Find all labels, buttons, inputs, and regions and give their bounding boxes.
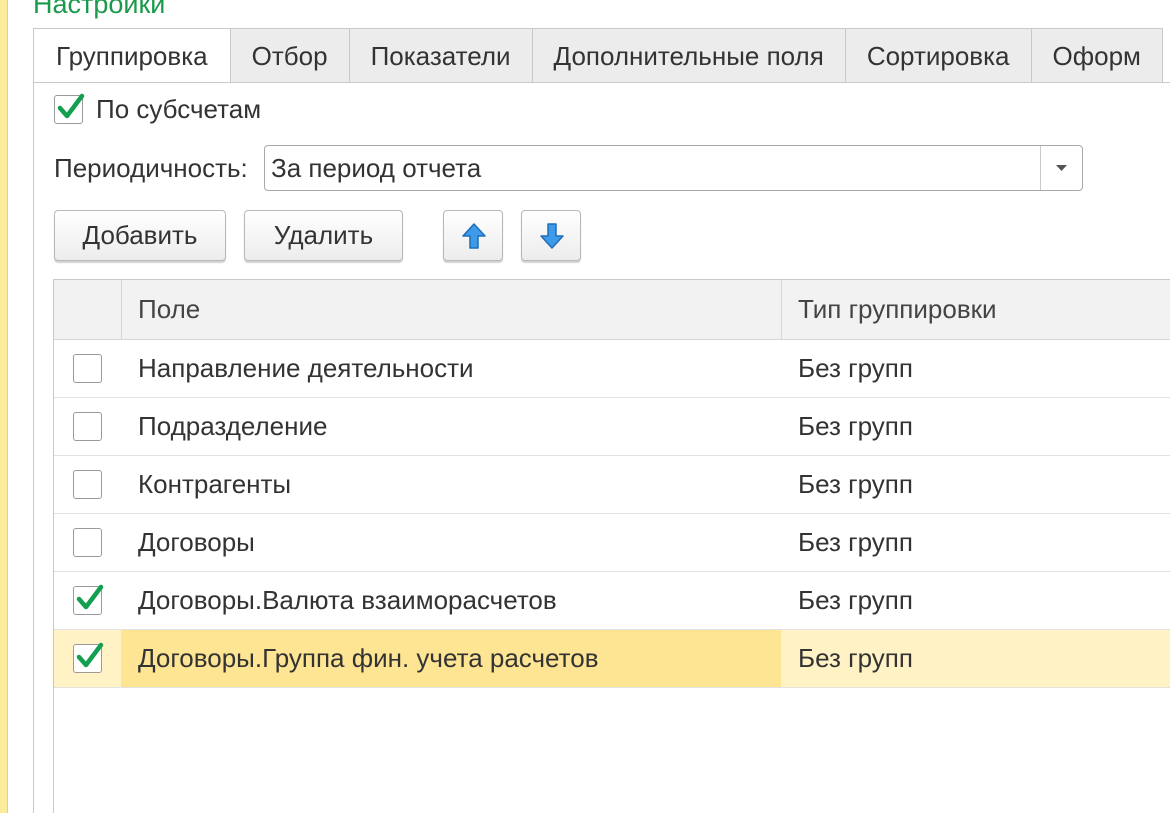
row-grouping-type[interactable]: Без групп [798, 456, 913, 513]
settings-window: Настройки Группировка Отбор Показатели Д… [0, 0, 1170, 813]
row-field: Договоры.Группа фин. учета расчетов [138, 643, 599, 673]
column-header-field[interactable]: Поле [138, 280, 200, 339]
table-row[interactable]: Договоры Без групп [54, 514, 1170, 572]
row-checkbox[interactable] [73, 528, 102, 557]
arrow-up-icon [462, 223, 486, 249]
row-checkbox[interactable] [73, 642, 104, 673]
periodicity-value: За период отчета [271, 153, 482, 183]
by-subaccounts-checkbox[interactable] [54, 93, 85, 124]
row-grouping-type[interactable]: Без групп [798, 630, 913, 687]
checkmark-icon [57, 93, 85, 118]
tab-additional-fields[interactable]: Дополнительные поля [532, 28, 846, 83]
checkmark-icon [76, 584, 104, 610]
row-grouping-type[interactable]: Без групп [798, 572, 913, 629]
add-button[interactable]: Добавить [54, 210, 226, 261]
move-up-button[interactable] [443, 210, 503, 261]
row-grouping-type[interactable]: Без групп [798, 514, 913, 571]
tab-grouping[interactable]: Группировка [33, 28, 231, 83]
tab-sorting[interactable]: Сортировка [845, 28, 1032, 83]
chevron-down-icon [1056, 165, 1067, 171]
row-grouping-type[interactable]: Без групп [798, 340, 913, 397]
row-checkbox[interactable] [73, 584, 104, 615]
page-title: Настройки [33, 0, 166, 19]
by-subaccounts-label: По субсчетам [96, 93, 262, 124]
left-edge-strip [0, 0, 8, 813]
column-separator [121, 280, 122, 339]
table-row[interactable]: Контрагенты Без групп [54, 456, 1170, 514]
periodicity-dropdown-button[interactable] [1040, 146, 1082, 190]
tab-appearance[interactable]: Оформ [1031, 28, 1163, 83]
periodicity-select[interactable]: За период отчета [264, 145, 1083, 191]
row-field: Договоры.Валюта взаиморасчетов [138, 585, 557, 615]
column-separator [781, 280, 782, 339]
table-row-selected[interactable]: Договоры.Группа фин. учета расчетов Без … [54, 630, 1170, 688]
tab-filter[interactable]: Отбор [230, 28, 350, 83]
grouping-table[interactable]: Поле Тип группировки Направление деятель… [53, 279, 1170, 813]
by-subaccounts-option[interactable]: По субсчетам [54, 93, 261, 125]
checkmark-icon [76, 642, 104, 668]
tab-bar: Группировка Отбор Показатели Дополнитель… [33, 28, 1163, 83]
row-checkbox[interactable] [73, 354, 102, 383]
periodicity-label: Периодичность: [54, 153, 248, 183]
row-checkbox[interactable] [73, 470, 102, 499]
row-field: Контрагенты [138, 469, 292, 499]
row-field: Договоры [138, 527, 255, 557]
row-field: Подразделение [138, 411, 328, 441]
table-row[interactable]: Подразделение Без групп [54, 398, 1170, 456]
table-row[interactable]: Направление деятельности Без групп [54, 340, 1170, 398]
delete-button[interactable]: Удалить [244, 210, 403, 261]
row-checkbox[interactable] [73, 412, 102, 441]
row-field: Направление деятельности [138, 353, 474, 383]
table-header: Поле Тип группировки [54, 280, 1170, 340]
tab-indicators[interactable]: Показатели [349, 28, 533, 83]
row-grouping-type[interactable]: Без групп [798, 398, 913, 455]
column-header-grouping-type[interactable]: Тип группировки [798, 280, 997, 339]
arrow-down-icon [540, 223, 564, 249]
move-down-button[interactable] [521, 210, 581, 261]
table-row[interactable]: Договоры.Валюта взаиморасчетов Без групп [54, 572, 1170, 630]
